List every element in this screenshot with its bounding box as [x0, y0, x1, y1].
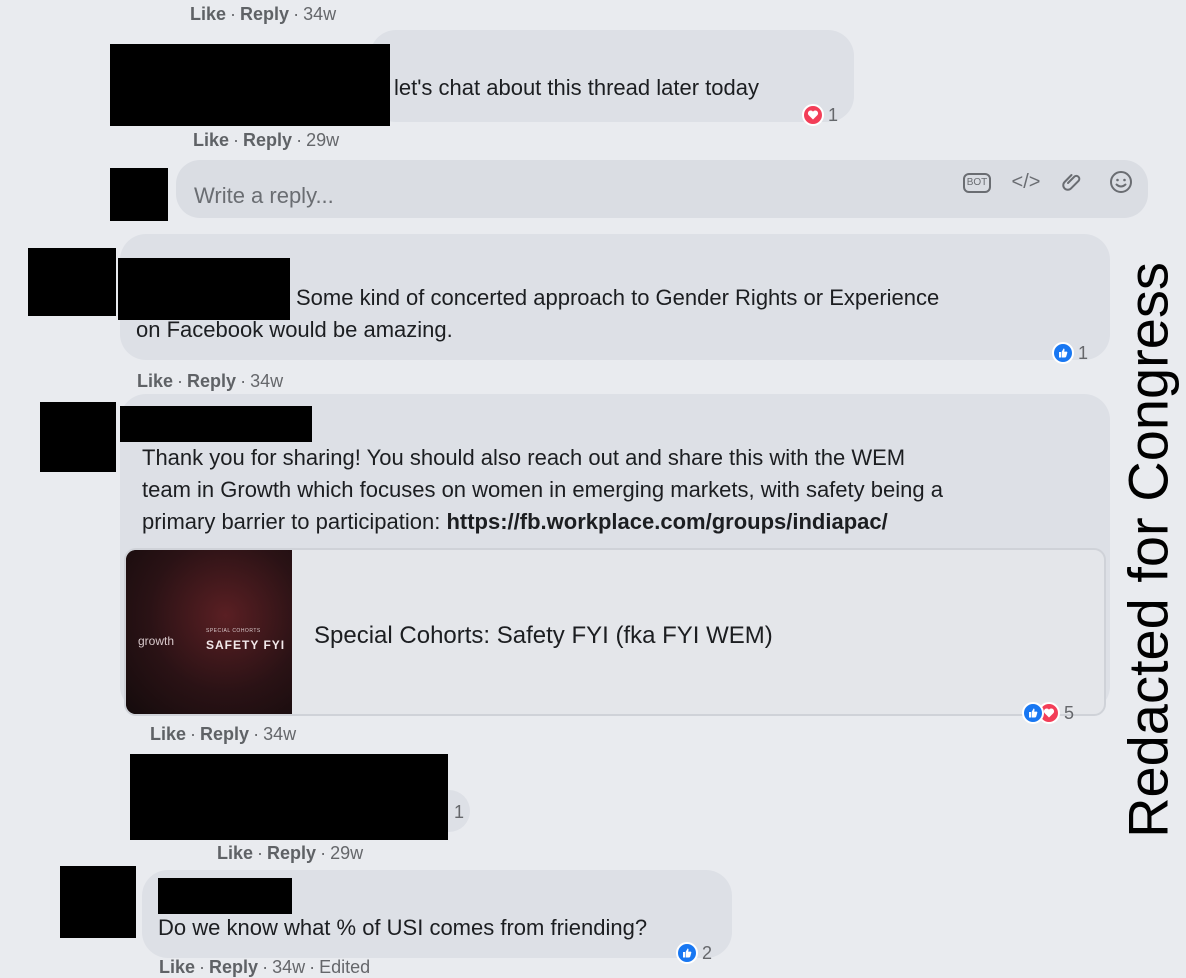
timestamp: 29w — [306, 130, 340, 150]
reaction-summary[interactable]: 1 — [454, 802, 464, 823]
reaction-summary[interactable]: 2 — [676, 942, 712, 964]
like-reaction-icon — [1052, 342, 1074, 364]
link-preview-title: Special Cohorts: Safety FYI (fka FYI WEM… — [314, 622, 773, 649]
like-link[interactable]: Like — [137, 371, 173, 391]
comment-text: let's chat about this thread later today — [394, 75, 759, 100]
like-link[interactable]: Like — [193, 130, 229, 150]
like-link[interactable]: Like — [190, 4, 226, 24]
comment-meta: Like · Reply · 34w — [137, 371, 284, 391]
attachment-icon[interactable] — [1058, 168, 1088, 196]
comment-meta: Like · Reply · 34w — [150, 724, 297, 744]
timestamp: 34w — [250, 371, 284, 391]
reply-link[interactable]: Reply — [209, 957, 258, 977]
like-reaction-icon — [676, 942, 698, 964]
comment-meta: Like · Reply · 29w — [193, 130, 340, 150]
thumb-title: SAFETY FYI — [206, 638, 286, 652]
redacted-author — [110, 44, 390, 126]
reaction-count: 1 — [1078, 342, 1089, 363]
emoji-icon[interactable] — [1106, 167, 1136, 197]
comment-text: Some kind of concerted approach to Gende… — [136, 285, 940, 342]
thumb-brand: growth — [138, 634, 175, 648]
reaction-summary[interactable]: 1 — [802, 104, 838, 126]
comment-meta: Like · Reply · 34w — [190, 4, 337, 24]
link-thumbnail: growth SPECIAL COHORTS SAFETY FYI — [126, 550, 292, 714]
reply-link[interactable]: Reply — [243, 130, 292, 150]
redaction-watermark: Redacted for Congress — [1116, 262, 1180, 838]
reaction-summary[interactable]: 5 — [1022, 702, 1074, 724]
comment-meta: Like · Reply · 29w — [217, 843, 364, 863]
reaction-count: 2 — [702, 942, 713, 963]
redacted-avatar — [40, 402, 116, 472]
redacted-author — [120, 406, 312, 442]
reply-input-placeholder[interactable]: Write a reply... — [194, 183, 334, 209]
timestamp: 34w — [272, 957, 306, 977]
timestamp: 29w — [330, 843, 364, 863]
timestamp: 34w — [263, 724, 297, 744]
thumb-small-text: SPECIAL COHORTS — [206, 628, 261, 634]
like-link[interactable]: Like — [159, 957, 195, 977]
redacted-avatar — [60, 866, 136, 938]
heart-reaction-icon — [802, 104, 824, 126]
group-link[interactable]: https://fb.workplace.com/groups/indiapac… — [446, 509, 887, 534]
reaction-count: 5 — [1064, 702, 1075, 723]
reaction-count: 1 — [454, 802, 465, 822]
like-link[interactable]: Like — [217, 843, 253, 863]
reaction-summary[interactable]: 1 — [1052, 342, 1088, 364]
edited-label: Edited — [319, 957, 371, 977]
reply-link[interactable]: Reply — [267, 843, 316, 863]
code-icon[interactable]: </> — [1008, 168, 1044, 196]
like-reaction-icon — [1022, 702, 1044, 724]
reply-link[interactable]: Reply — [187, 371, 236, 391]
comment-meta: Like · Reply · 34w · Edited — [159, 957, 371, 977]
reply-link[interactable]: Reply — [200, 724, 249, 744]
like-link[interactable]: Like — [150, 724, 186, 744]
timestamp: 34w — [303, 4, 337, 24]
link-preview-card[interactable]: growth SPECIAL COHORTS SAFETY FYI Specia… — [124, 548, 1106, 716]
redacted-author — [158, 878, 292, 914]
reaction-count: 1 — [828, 104, 839, 125]
comment-text: Thank you for sharing! You should also r… — [142, 445, 943, 534]
comment-text: Do we know what % of USI comes from frie… — [158, 915, 648, 940]
reply-link[interactable]: Reply — [240, 4, 289, 24]
bot-icon[interactable]: BOT — [962, 170, 992, 196]
redacted-avatar — [110, 168, 168, 221]
redacted-avatar — [28, 248, 116, 316]
redacted-comment — [130, 754, 448, 840]
